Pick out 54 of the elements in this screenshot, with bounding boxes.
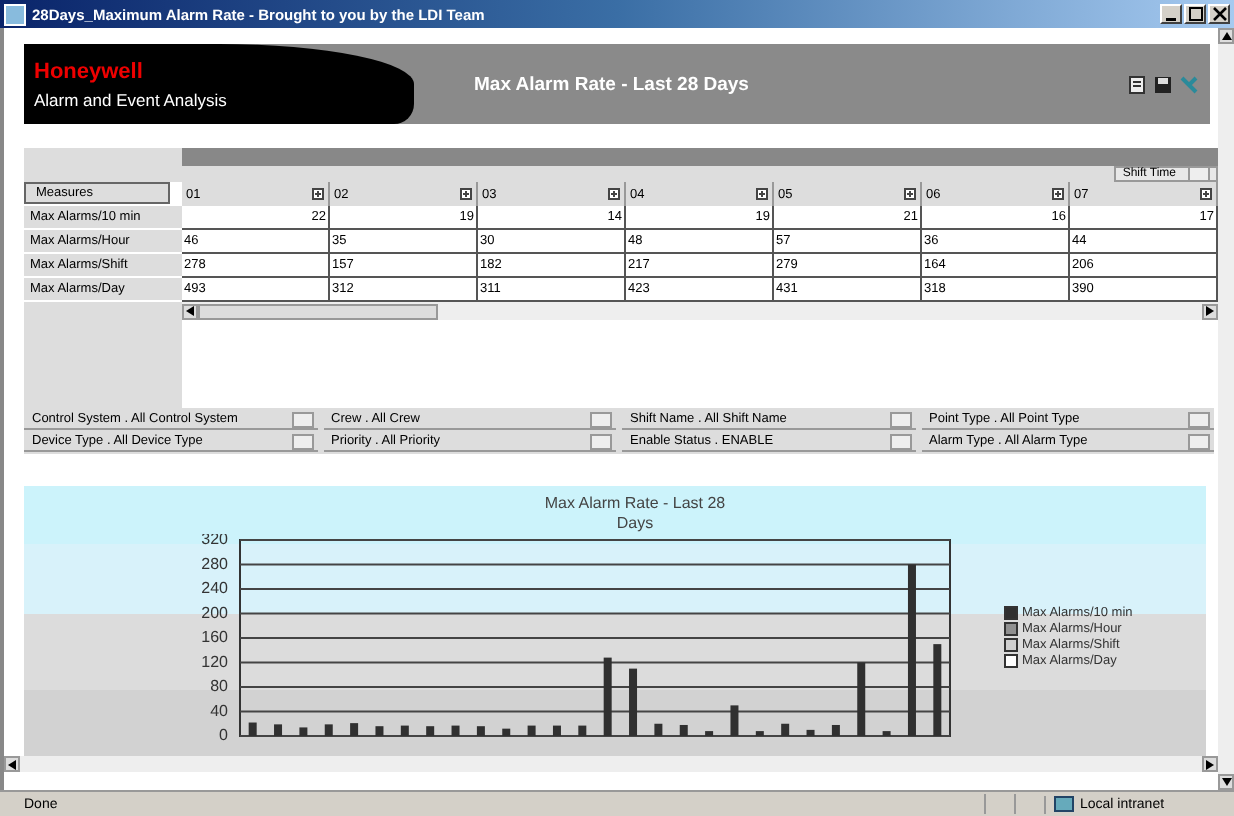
right-arrow-icon[interactable] xyxy=(1206,759,1214,769)
bar xyxy=(426,726,435,736)
expand-icon[interactable] xyxy=(460,188,472,200)
bar xyxy=(476,726,485,736)
close-icon xyxy=(1211,6,1227,22)
right-arrow-icon[interactable] xyxy=(1206,306,1214,316)
expand-icon[interactable] xyxy=(608,188,620,200)
bar xyxy=(629,668,638,736)
bar xyxy=(679,725,688,736)
left-arrow-icon[interactable] xyxy=(8,759,16,769)
left-arrow-icon[interactable] xyxy=(186,306,194,316)
bar xyxy=(882,731,891,736)
document-icon[interactable] xyxy=(1128,75,1146,93)
app-subtitle: Alarm and Event Analysis xyxy=(34,89,229,109)
bar xyxy=(375,726,384,736)
bar xyxy=(654,723,663,736)
expand-icon[interactable] xyxy=(1052,188,1064,200)
down-arrow-icon[interactable] xyxy=(1221,778,1231,786)
bar xyxy=(274,724,283,736)
expand-icon[interactable] xyxy=(1200,188,1212,200)
bar xyxy=(350,723,359,736)
bar xyxy=(831,725,840,736)
expand-icon[interactable] xyxy=(904,188,916,200)
bar xyxy=(299,727,308,736)
maximize-icon xyxy=(1187,6,1203,22)
maximize-button[interactable] xyxy=(1184,4,1206,24)
bar xyxy=(857,662,866,736)
bar xyxy=(603,657,612,736)
bar xyxy=(527,725,536,736)
expand-icon[interactable] xyxy=(312,188,324,200)
expand-icon[interactable] xyxy=(756,188,768,200)
bar xyxy=(451,725,460,736)
minimize-button[interactable] xyxy=(1160,4,1182,24)
report-title: Max Alarm Rate - Last 28 Days xyxy=(474,73,749,95)
horizontal-scrollbar[interactable] xyxy=(182,302,1218,320)
bar xyxy=(806,729,815,736)
bar xyxy=(933,644,942,736)
bar xyxy=(400,725,409,736)
bar xyxy=(730,705,739,736)
up-arrow-icon[interactable] xyxy=(1221,32,1231,40)
bar xyxy=(324,724,333,736)
close-button[interactable] xyxy=(1208,4,1230,24)
bar xyxy=(755,731,764,736)
save-icon[interactable] xyxy=(1154,75,1172,93)
bar xyxy=(502,728,511,736)
bar xyxy=(705,731,714,736)
bar xyxy=(552,725,561,736)
chart-title: Max Alarm Rate - Last 28 Days xyxy=(542,494,728,534)
bar xyxy=(248,722,257,736)
bar xyxy=(781,723,790,736)
bar xyxy=(578,725,587,736)
page-horizontal-scrollbar[interactable] xyxy=(4,756,1218,772)
vertical-scrollbar[interactable] xyxy=(1218,28,1234,790)
brand-name: Honeywell xyxy=(34,59,145,83)
